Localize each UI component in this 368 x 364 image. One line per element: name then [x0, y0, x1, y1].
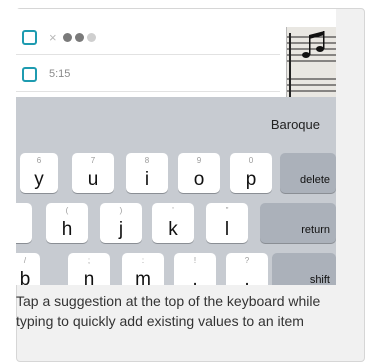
checkbox[interactable] — [22, 66, 37, 82]
shift-key[interactable]: shift — [272, 253, 336, 285]
key-comma[interactable]: ! , — [174, 253, 216, 285]
delete-key[interactable]: delete — [280, 153, 336, 193]
divider — [16, 91, 280, 92]
key-h[interactable]: ( h — [46, 203, 88, 243]
divider — [16, 54, 280, 55]
key-y[interactable]: 6 y — [20, 153, 58, 193]
duration-text: 5:15 — [49, 68, 71, 80]
key-b[interactable]: / b — [16, 253, 40, 285]
help-caption: Tap a suggestion at the top of the keybo… — [16, 293, 321, 329]
rating-dot-icon — [62, 32, 72, 42]
key-p[interactable]: 0 p — [230, 153, 272, 193]
keyboard: Baroque 6 y 7 u 8 i 9 o 0 p delete ( h)… — [16, 97, 336, 285]
key-i[interactable]: 8 i — [126, 153, 168, 193]
key-o[interactable]: 9 o — [178, 153, 220, 193]
return-key[interactable]: return — [260, 203, 336, 243]
sheet-music-icon — [287, 31, 336, 97]
remove-icon[interactable]: × — [49, 30, 57, 45]
key-u[interactable]: 7 u — [72, 153, 114, 193]
key-m[interactable]: : m — [122, 253, 164, 285]
sheet-music-thumbnail — [286, 27, 336, 97]
key-l[interactable]: " l — [206, 203, 248, 243]
key-k[interactable]: ' k — [152, 203, 194, 243]
checkbox[interactable] — [22, 29, 37, 45]
key-n[interactable]: ; n — [68, 253, 110, 285]
rating-dot-icon — [86, 32, 96, 42]
list-item[interactable]: 5:15 — [16, 62, 70, 86]
key-j[interactable]: ) j — [100, 203, 142, 243]
app-screenshot: × 5:15 Baroque 6 y 7 u 8 i 9 o 0 p delet… — [16, 9, 336, 285]
list-item[interactable]: × — [16, 25, 99, 49]
suggestion-baroque[interactable]: Baroque — [271, 117, 320, 132]
rating-dot-icon — [74, 32, 84, 42]
key-g[interactable] — [16, 203, 32, 243]
key-period[interactable]: ? . — [226, 253, 268, 285]
